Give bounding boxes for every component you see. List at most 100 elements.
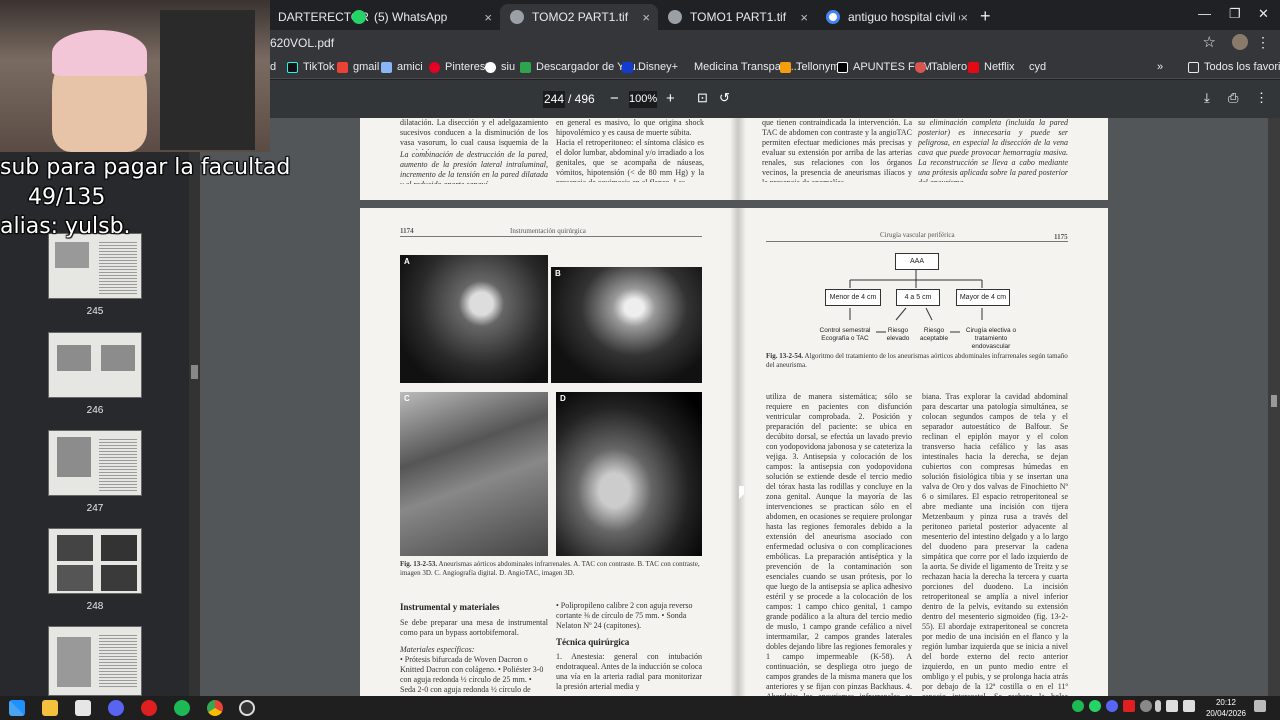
chrome-icon[interactable] <box>207 700 223 716</box>
star-icon[interactable]: ☆ <box>1203 33 1216 51</box>
new-tab-button[interactable]: + <box>980 6 991 27</box>
thumb-text <box>99 437 137 491</box>
rotate-icon[interactable]: ↺ <box>719 90 730 106</box>
paragraph: en general es masivo, lo que origina sho… <box>556 118 704 137</box>
apuntes-icon <box>837 61 848 73</box>
bookmarks-overflow-icon[interactable]: » <box>1157 61 1163 73</box>
page-number-input[interactable]: 244 <box>543 91 565 108</box>
bookmark-cyd[interactable]: cyd <box>1029 61 1046 73</box>
microphone-icon[interactable] <box>1155 700 1161 712</box>
page-thumbnail[interactable] <box>48 626 142 696</box>
notifications-icon[interactable] <box>1254 700 1266 712</box>
menu-icon[interactable]: ⋮ <box>1256 34 1270 51</box>
viewer-scrollbar[interactable] <box>1268 118 1280 696</box>
discord-icon[interactable] <box>108 700 124 716</box>
bookmark-d[interactable]: d <box>270 61 276 73</box>
thumb-image <box>57 535 93 561</box>
page-thumbnail[interactable] <box>48 528 142 594</box>
paragraph: dilatación. La disección y el adelgazami… <box>400 118 548 150</box>
ct-scan-image: A <box>400 255 548 383</box>
sidebar-scrollbar[interactable] <box>189 118 200 696</box>
acrobat-icon[interactable] <box>141 700 157 716</box>
tab-darterector[interactable]: DARTERECTOR <box>268 4 369 30</box>
wifi-icon[interactable] <box>1166 700 1178 712</box>
bookmark-tablero[interactable]: Tablero <box>915 61 967 73</box>
image-label: C <box>404 394 410 403</box>
thumb-image <box>57 345 91 371</box>
page-thumbnail[interactable] <box>48 233 142 299</box>
running-header: Instrumentación quirúrgica <box>510 227 586 235</box>
figure-caption: Fig. 13-2-54. Algoritmo del tratamiento … <box>766 352 1068 372</box>
download-icon[interactable]: ⤓ <box>1204 90 1210 106</box>
bookmark-siu[interactable]: siu <box>485 61 515 73</box>
angiotac-image: D <box>556 392 702 556</box>
tab-google-search[interactable]: antiguo hospital civil quirofano × <box>816 4 976 30</box>
app-tray-icon[interactable] <box>1123 700 1135 712</box>
close-icon[interactable]: × <box>800 10 808 25</box>
bookmark-amici[interactable]: amici <box>381 61 423 73</box>
obs-tray-icon[interactable] <box>1140 700 1152 712</box>
webcam-overlay <box>0 0 270 152</box>
section-heading: Instrumental y materiales <box>400 602 500 612</box>
bookmark-disney[interactable]: Disney+ <box>622 61 678 73</box>
close-window-icon[interactable]: ✕ <box>1258 6 1269 22</box>
bookmark-gmail[interactable]: gmail <box>337 61 379 73</box>
pdf-viewer[interactable]: dilatación. La disección y el adelgazami… <box>200 118 1268 696</box>
fit-page-icon[interactable]: ⊡ <box>697 90 708 106</box>
close-icon[interactable]: × <box>484 10 492 25</box>
zoom-input[interactable]: 100% <box>629 91 657 108</box>
bookmark-tellonym[interactable]: Tellonym <box>780 61 839 73</box>
store-icon[interactable] <box>75 700 91 716</box>
discord-tray-icon[interactable] <box>1106 700 1118 712</box>
zoom-in-button[interactable]: + <box>666 90 675 107</box>
minimize-icon[interactable]: — <box>1198 6 1211 21</box>
thumbnail-label: 246 <box>86 405 104 416</box>
spotify-tray-icon[interactable] <box>1072 700 1084 712</box>
bookmark-tiktok[interactable]: TikTok <box>287 61 334 73</box>
bookmark-netflix[interactable]: Netflix <box>968 61 1015 73</box>
obs-icon[interactable] <box>239 700 255 716</box>
angiography-image: C <box>400 392 548 556</box>
thumbnail-label: 248 <box>86 601 104 612</box>
header-rule <box>766 241 1068 242</box>
volume-icon[interactable] <box>1183 700 1195 712</box>
whatsapp-tray-icon[interactable] <box>1089 700 1101 712</box>
figure-number: Fig. 13-2-53. <box>400 560 438 568</box>
overlay-text-line2: 49/135 <box>28 185 106 210</box>
paragraph: Se debe preparar una mesa de instrumenta… <box>400 618 548 637</box>
amici-icon <box>381 61 392 73</box>
figure-number: Fig. 13-2-54. <box>766 352 804 360</box>
system-clock[interactable]: 20:12 20/04/2026 <box>1206 697 1246 719</box>
tab-tomo2[interactable]: TOMO2 PART1.tif × <box>500 4 658 30</box>
close-icon[interactable]: × <box>960 10 968 25</box>
page-thumbnail[interactable] <box>48 430 142 496</box>
file-explorer-icon[interactable] <box>42 700 58 716</box>
thumbnail-label: 247 <box>86 503 104 514</box>
whatsapp-icon <box>352 10 366 24</box>
close-icon[interactable]: × <box>642 10 650 25</box>
paragraph: que tienen contraindicada la intervenció… <box>762 118 912 182</box>
bookmark-pinterest[interactable]: Pinterest <box>429 61 488 73</box>
material-list: • Polipropileno calibre 2 con aguja reve… <box>556 601 693 630</box>
url-field[interactable]: 620VOL.pdf <box>270 36 334 50</box>
thumb-image <box>57 637 91 687</box>
tab-whatsapp[interactable]: (5) WhatsApp × <box>342 4 500 30</box>
flowchart-leaf: Riesgo aceptable <box>919 327 949 342</box>
all-favorites[interactable]: Todos los favoritos <box>1188 61 1280 73</box>
windows-start-icon[interactable] <box>9 700 25 716</box>
page-count: / 496 <box>568 92 595 106</box>
page-thumbnail[interactable] <box>48 332 142 398</box>
restore-icon[interactable]: ❐ <box>1229 6 1241 22</box>
image-label: B <box>555 269 561 278</box>
page-number: 1174 <box>400 227 414 235</box>
viewer-scroll-thumb[interactable] <box>1271 395 1277 407</box>
zoom-out-button[interactable]: − <box>610 90 619 107</box>
print-icon[interactable]: ⎙ <box>1228 90 1238 106</box>
more-options-icon[interactable]: ⋮ <box>1255 90 1268 106</box>
spotify-icon[interactable] <box>174 700 190 716</box>
profile-avatar[interactable] <box>1232 34 1248 50</box>
section-heading: Técnica quirúrgica <box>556 637 630 647</box>
thumb-text <box>99 633 137 687</box>
tab-tomo1[interactable]: TOMO1 PART1.tif × <box>658 4 816 30</box>
sidebar-scroll-thumb[interactable] <box>191 365 198 379</box>
